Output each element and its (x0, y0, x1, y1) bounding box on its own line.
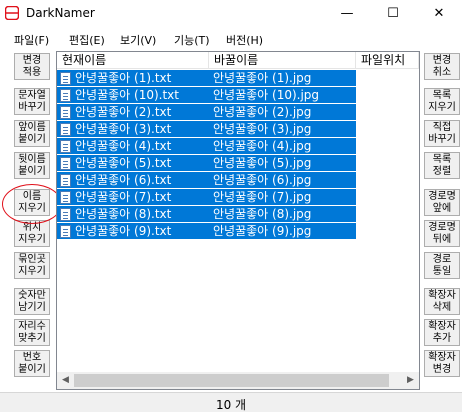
text-file-icon (60, 123, 71, 136)
path-cell: D:₩Goog (360, 207, 417, 221)
new-name-cell: 안녕꿀좋아 (8).jpg (213, 207, 312, 221)
path-cell: D:₩Goog (360, 173, 417, 187)
new-name-cell: 안녕꿀좋아 (1).jpg (213, 71, 312, 85)
horizontal-scrollbar[interactable]: ◀ ▶ (57, 372, 419, 389)
app-logo-icon (5, 6, 19, 20)
table-row[interactable]: 안녕꿀좋아 (4).txt 안녕꿀좋아 (4).jpg D:₩Goog (57, 138, 417, 154)
menu-tools[interactable]: 기능(T) (174, 32, 210, 48)
delete-extension-button[interactable]: 확장자 삭제 (424, 288, 460, 315)
new-name-cell: 안녕꿀좋아 (2).jpg (213, 105, 312, 119)
current-name-cell: 안녕꿀좋아 (6).txt (75, 173, 172, 187)
file-list[interactable]: 현재이름 바꿀이름 파일위치 안녕꿀좋아 (1).txt 안녕꿀좋아 (1).j… (56, 51, 420, 390)
menu-bar: 파일(F) 편집(E) 보기(V) 기능(T) 버전(H) (0, 29, 462, 48)
unify-path-button[interactable]: 경로 통일 (424, 252, 460, 279)
text-file-icon (60, 191, 71, 204)
table-row[interactable]: 안녕꿀좋아 (2).txt 안녕꿀좋아 (2).jpg D:₩Goog (57, 104, 417, 120)
scroll-right-icon[interactable]: ▶ (402, 372, 419, 389)
current-name-cell: 안녕꿀좋아 (9).txt (75, 224, 172, 238)
column-header-current-name[interactable]: 현재이름 (57, 52, 209, 69)
sort-list-button[interactable]: 목록 정렬 (424, 152, 460, 179)
path-cell: D:₩Goog (360, 224, 417, 238)
column-header-new-name[interactable]: 바꿀이름 (209, 52, 356, 69)
new-name-cell: 안녕꿀좋아 (9).jpg (213, 224, 312, 238)
path-cell: D:₩Goog (360, 105, 417, 119)
title-bar: DarkNamer — ☐ ✕ (0, 0, 462, 27)
current-name-cell: 안녕꿀좋아 (8).txt (75, 207, 172, 221)
table-row[interactable]: 안녕꿀좋아 (8).txt 안녕꿀좋아 (8).jpg D:₩Goog (57, 206, 417, 222)
column-header-path[interactable]: 파일위치 (356, 52, 419, 69)
status-bar: 10 개 (0, 392, 462, 412)
current-name-cell: 안녕꿀좋아 (4).txt (75, 139, 172, 153)
path-cell: D:₩Goog (360, 122, 417, 136)
text-file-icon (60, 208, 71, 221)
replace-string-button[interactable]: 문자열 바꾸기 (14, 88, 50, 115)
table-row[interactable]: 안녕꿀좋아 (1).txt 안녕꿀좋아 (1).jpg D:₩Goog (57, 70, 417, 86)
highlight-annotation (2, 184, 62, 224)
add-extension-button[interactable]: 확장자 추가 (424, 319, 460, 346)
path-suffix-button[interactable]: 경로명 뒤에 (424, 220, 460, 247)
path-cell: D:₩Goog (360, 71, 417, 85)
new-name-cell: 안녕꿀좋아 (7).jpg (213, 190, 312, 204)
text-file-icon (60, 72, 71, 85)
text-file-icon (60, 106, 71, 119)
window-title: DarkNamer (26, 6, 95, 20)
new-name-cell: 안녕꿀좋아 (4).jpg (213, 139, 312, 153)
path-cell: D:₩Goog (360, 139, 417, 153)
path-prefix-button[interactable]: 경로명 앞에 (424, 189, 460, 216)
text-file-icon (60, 174, 71, 187)
table-row[interactable]: 안녕꿀좋아 (7).txt 안녕꿀좋아 (7).jpg D:₩Goog (57, 189, 417, 205)
scroll-left-icon[interactable]: ◀ (57, 372, 74, 389)
append-name-button[interactable]: 뒷이름 붙이기 (14, 152, 50, 179)
menu-file[interactable]: 파일(F) (14, 32, 49, 48)
text-file-icon (60, 89, 71, 102)
current-name-cell: 안녕꿀좋아 (3).txt (75, 122, 172, 136)
path-cell: D:₩Goog (360, 190, 417, 204)
maximize-button[interactable]: ☐ (370, 0, 416, 27)
keep-numbers-button[interactable]: 숫자만 남기기 (14, 288, 50, 315)
text-file-icon (60, 157, 71, 170)
text-file-icon (60, 140, 71, 153)
table-row[interactable]: 안녕꿀좋아 (3).txt 안녕꿀좋아 (3).jpg D:₩Goog (57, 121, 417, 137)
new-name-cell: 안녕꿀좋아 (3).jpg (213, 122, 312, 136)
table-row[interactable]: 안녕꿀좋아 (9).txt 안녕꿀좋아 (9).jpg D:₩Goog (57, 223, 417, 239)
file-count: 10 개 (215, 398, 247, 412)
new-name-cell: 안녕꿀좋아 (10).jpg (213, 88, 320, 102)
current-name-cell: 안녕꿀좋아 (5).txt (75, 156, 172, 170)
table-row[interactable]: 안녕꿀좋아 (6).txt 안녕꿀좋아 (6).jpg D:₩Goog (57, 172, 417, 188)
clear-list-button[interactable]: 목록 지우기 (424, 88, 460, 115)
table-row[interactable]: 안녕꿀좋아 (10).txt 안녕꿀좋아 (10).jpg D:₩Goog (57, 87, 417, 103)
apply-change-button[interactable]: 변경 적용 (14, 53, 50, 80)
table-row[interactable]: 안녕꿀좋아 (5).txt 안녕꿀좋아 (5).jpg D:₩Goog (57, 155, 417, 171)
new-name-cell: 안녕꿀좋아 (6).jpg (213, 173, 312, 187)
menu-edit[interactable]: 편집(E) (69, 32, 105, 48)
new-name-cell: 안녕꿀좋아 (5).jpg (213, 156, 312, 170)
prepend-name-button[interactable]: 앞이름 붙이기 (14, 120, 50, 147)
current-name-cell: 안녕꿀좋아 (7).txt (75, 190, 172, 204)
erase-position-button[interactable]: 위치 지우기 (14, 220, 50, 247)
current-name-cell: 안녕꿀좋아 (1).txt (75, 71, 172, 85)
add-number-button[interactable]: 번호 붙이기 (14, 350, 50, 377)
change-extension-button[interactable]: 확장자 변경 (424, 350, 460, 377)
direct-rename-button[interactable]: 직접 바꾸기 (424, 120, 460, 147)
path-cell: D:₩Goog (360, 88, 417, 102)
menu-view[interactable]: 보기(V) (120, 32, 156, 48)
path-cell: D:₩Goog (360, 156, 417, 170)
scrollbar-thumb[interactable] (74, 374, 389, 387)
current-name-cell: 안녕꿀좋아 (2).txt (75, 105, 172, 119)
erase-bracketed-button[interactable]: 묶인곳 지우기 (14, 252, 50, 279)
minimize-button[interactable]: — (324, 0, 370, 27)
menu-version[interactable]: 버전(H) (226, 32, 263, 48)
close-button[interactable]: ✕ (416, 0, 462, 27)
current-name-cell: 안녕꿀좋아 (10).txt (75, 88, 179, 102)
pad-digits-button[interactable]: 자리수 맞추기 (14, 319, 50, 346)
text-file-icon (60, 225, 71, 238)
cancel-change-button[interactable]: 변경 취소 (424, 53, 460, 80)
